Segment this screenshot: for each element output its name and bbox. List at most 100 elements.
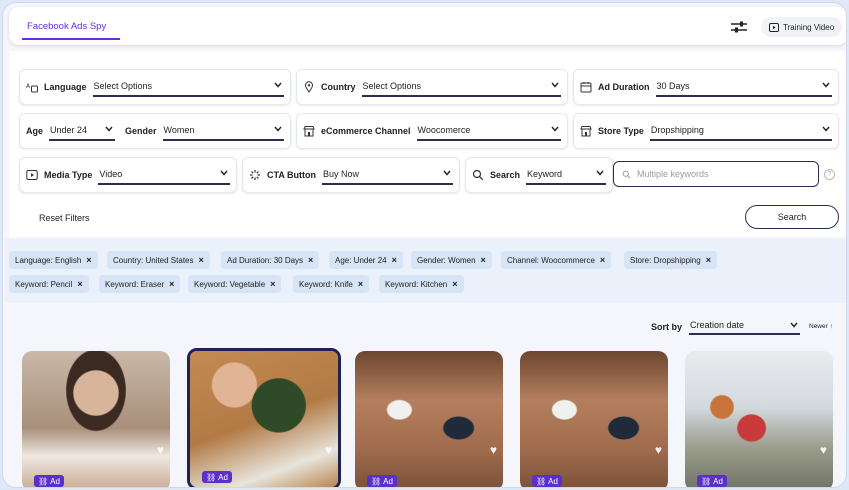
ad-thumbnail: [355, 351, 503, 487]
ad-card[interactable]: ♥ ⛓ Ad: [685, 351, 833, 487]
store-type-select[interactable]: Dropshipping: [649, 121, 832, 141]
gender-value: Women: [163, 125, 195, 135]
ad-card[interactable]: ♥ ⛓ Ad: [187, 348, 341, 487]
sliders-icon[interactable]: [729, 19, 749, 35]
store-icon: [580, 126, 592, 137]
sort-by-label: Sort by: [651, 322, 683, 332]
ad-badge: ⛓ Ad: [697, 475, 727, 487]
ad-badge-label: Ad: [218, 472, 228, 482]
tag-label: Keyword: Vegetable: [194, 279, 266, 289]
ad-card[interactable]: ♥ ⛓ Ad: [22, 351, 170, 487]
close-icon[interactable]: ×: [169, 279, 174, 289]
tag-label: Keyword: Kitchen: [385, 279, 448, 289]
ad-card[interactable]: ♥ ⛓ Ad: [520, 351, 668, 487]
filter-tag[interactable]: Keyword: Knife ×: [293, 275, 370, 293]
ad-thumbnail: [22, 351, 170, 487]
sort-value: Creation date: [690, 320, 745, 330]
media-type-value: Video: [99, 169, 123, 179]
sort-select[interactable]: Creation date: [689, 317, 800, 335]
cta-button-select[interactable]: Buy Now: [321, 165, 453, 185]
filter-panel: A Language Select Options Country Select…: [9, 51, 846, 237]
top-header: Facebook Ads Spy Training Video: [9, 7, 846, 45]
filter-tag[interactable]: Gender: Women ×: [411, 251, 492, 269]
tag-label: Keyword: Pencil: [15, 279, 73, 289]
reset-filters-link[interactable]: Reset Filters: [39, 213, 90, 223]
filter-tag[interactable]: Keyword: Kitchen ×: [379, 275, 464, 293]
language-filter: A Language Select Options: [19, 69, 291, 105]
search-label: Search: [490, 170, 521, 180]
search-type-filter: Search Keyword: [465, 157, 613, 193]
filter-tag[interactable]: Country: United States ×: [107, 251, 210, 269]
ecommerce-channel-select[interactable]: Woocomerce: [416, 121, 561, 141]
cta-button-value: Buy Now: [322, 169, 359, 179]
close-icon[interactable]: ×: [600, 255, 605, 265]
media-type-select[interactable]: Video: [98, 165, 230, 185]
chevron-down-icon: [220, 170, 228, 176]
tag-label: Ad Duration: 30 Days: [227, 255, 304, 265]
close-icon[interactable]: ×: [308, 255, 313, 265]
training-video-button[interactable]: Training Video: [761, 17, 843, 37]
chevron-down-icon: [822, 126, 830, 132]
ad-badge: ⛓ Ad: [367, 475, 397, 487]
close-icon[interactable]: ×: [481, 255, 486, 265]
keyword-search-input[interactable]: Multiple keywords: [613, 161, 819, 187]
ad-thumbnail: [190, 351, 338, 487]
close-icon[interactable]: ×: [358, 279, 363, 289]
country-select[interactable]: Select Options: [361, 77, 561, 97]
chevron-down-icon: [822, 82, 830, 88]
tab-facebook-ads-spy[interactable]: Facebook Ads Spy: [27, 21, 106, 32]
ad-card[interactable]: ♥ ⛓ Ad: [355, 351, 503, 487]
close-icon[interactable]: ×: [86, 255, 91, 265]
age-value: Under 24: [50, 125, 88, 135]
calendar-icon: [580, 82, 592, 93]
filter-tag[interactable]: Language: English ×: [9, 251, 98, 269]
store-icon: [303, 126, 315, 137]
ad-badge-label: Ad: [383, 476, 393, 486]
link-icon: ⛓: [371, 476, 382, 486]
training-video-label: Training Video: [783, 22, 835, 32]
age-select[interactable]: Under 24: [49, 121, 116, 141]
filter-tag[interactable]: Store: Dropshipping ×: [624, 251, 717, 269]
store-type-value: Dropshipping: [650, 125, 704, 135]
ad-badge-label: Ad: [50, 476, 60, 486]
filter-tag[interactable]: Age: Under 24 ×: [329, 251, 403, 269]
search-type-value: Keyword: [527, 169, 563, 179]
location-pin-icon: [304, 81, 314, 93]
ad-duration-select[interactable]: 30 Days: [655, 77, 832, 97]
search-button[interactable]: Search: [745, 205, 839, 229]
country-filter: Country Select Options: [296, 69, 568, 105]
heart-icon[interactable]: ♥: [820, 443, 827, 457]
close-icon[interactable]: ×: [198, 255, 203, 265]
tag-label: Channel: Woocommerce: [507, 255, 595, 265]
filter-tag[interactable]: Channel: Woocommerce ×: [501, 251, 612, 269]
active-filter-tags: Language: English × Country: United State…: [5, 239, 846, 303]
gender-select[interactable]: Women: [162, 121, 284, 141]
language-select[interactable]: Select Options: [92, 77, 284, 97]
help-icon[interactable]: ?: [824, 169, 835, 180]
heart-icon[interactable]: ♥: [325, 443, 332, 457]
keyword-placeholder: Multiple keywords: [637, 169, 709, 179]
tag-label: Keyword: Knife: [299, 279, 353, 289]
close-icon[interactable]: ×: [706, 255, 711, 265]
close-icon[interactable]: ×: [77, 279, 82, 289]
chevron-down-icon: [274, 82, 282, 88]
cta-button-filter: CTA Button Buy Now: [242, 157, 460, 193]
filter-tag[interactable]: Ad Duration: 30 Days ×: [221, 251, 320, 269]
ad-thumbnail: [520, 351, 668, 487]
heart-icon[interactable]: ♥: [490, 443, 497, 457]
search-type-select[interactable]: Keyword: [526, 165, 606, 185]
ad-thumbnail: [685, 351, 833, 487]
store-type-label: Store Type: [598, 126, 644, 136]
heart-icon[interactable]: ♥: [655, 443, 662, 457]
close-icon[interactable]: ×: [392, 255, 397, 265]
sort-order-toggle[interactable]: Newer ↑: [809, 323, 833, 330]
tag-label: Age: Under 24: [335, 255, 387, 265]
close-icon[interactable]: ×: [452, 279, 457, 289]
ad-duration-filter: Ad Duration 30 Days: [573, 69, 839, 105]
filter-tag[interactable]: Keyword: Pencil ×: [9, 275, 89, 293]
close-icon[interactable]: ×: [270, 279, 275, 289]
link-icon: ⛓: [701, 476, 712, 486]
heart-icon[interactable]: ♥: [157, 443, 164, 457]
filter-tag[interactable]: Keyword: Vegetable ×: [188, 275, 282, 293]
filter-tag[interactable]: Keyword: Eraser ×: [99, 275, 181, 293]
